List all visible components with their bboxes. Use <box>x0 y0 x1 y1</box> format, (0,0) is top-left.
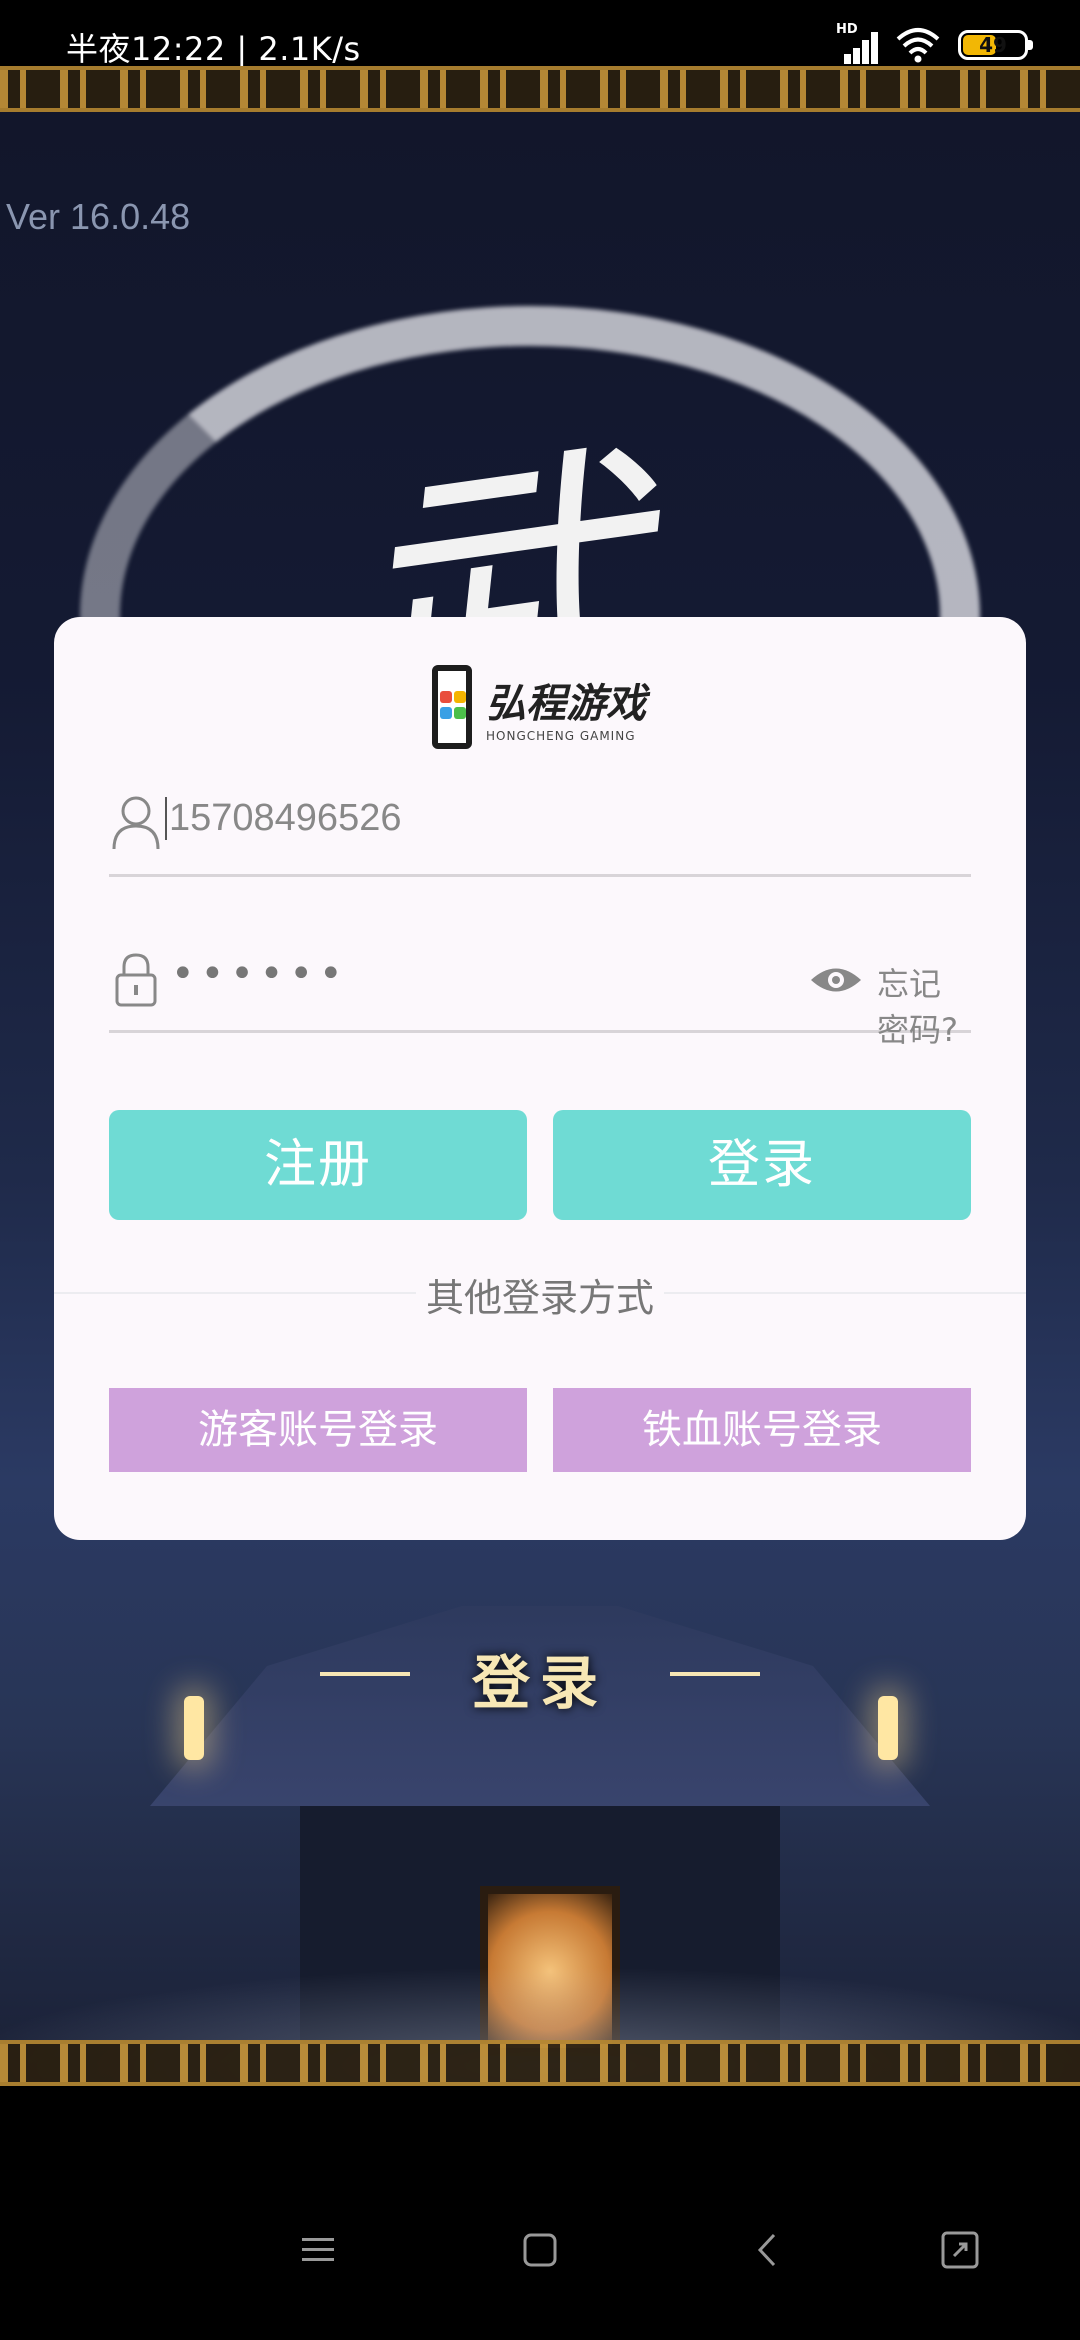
logo-chinese-text: 弘程游戏 <box>486 680 646 727</box>
show-password-eye-icon[interactable] <box>809 965 863 995</box>
password-field[interactable]: •••••• 忘记密码? <box>109 923 971 1049</box>
lantern-right <box>878 1696 898 1760</box>
username-value[interactable]: 15708496526 <box>165 797 401 840</box>
battery-icon: 49 <box>958 30 1033 60</box>
wifi-icon <box>896 28 940 63</box>
system-nav-bar <box>0 2160 1080 2340</box>
version-label: Ver 16.0.48 <box>6 196 191 237</box>
bottom-ornament-border <box>0 2040 1080 2086</box>
battery-level: 49 <box>979 33 1007 57</box>
login-dialog: 弘程游戏 HONGCHENG GAMING 15708496526 ••••••… <box>54 617 1026 1540</box>
user-icon <box>112 796 160 850</box>
back-icon[interactable] <box>748 2230 788 2270</box>
tiexue-login-button[interactable]: 铁血账号登录 <box>553 1388 971 1472</box>
signal-icon: HD <box>836 22 878 64</box>
top-ornament-border <box>0 66 1080 112</box>
other-login-methods-label: 其他登录方式 <box>54 1267 1026 1322</box>
menu-icon[interactable] <box>298 2230 338 2270</box>
status-time-speed: 半夜12:22 | 2.1K/s <box>66 30 361 68</box>
other-login-methods-text: 其他登录方式 <box>415 1276 664 1320</box>
screen-expand-icon[interactable] <box>940 2230 980 2270</box>
status-icons: HD 49 <box>836 22 1033 64</box>
login-button[interactable]: 登录 <box>553 1110 971 1220</box>
login-banner-text: 登录 <box>320 1636 760 1720</box>
home-icon[interactable] <box>520 2230 560 2270</box>
logo-phone-icon <box>432 665 472 749</box>
password-mask[interactable]: •••••• <box>171 951 349 997</box>
lock-icon <box>115 953 157 1007</box>
lantern-left <box>184 1696 204 1760</box>
forgot-password-link[interactable]: 忘记密码? <box>877 959 971 1051</box>
logo-english-text: HONGCHENG GAMING <box>486 729 636 743</box>
register-button[interactable]: 注册 <box>109 1110 527 1220</box>
signal-hd-badge: HD <box>836 22 858 37</box>
guest-login-button[interactable]: 游客账号登录 <box>109 1388 527 1472</box>
username-field[interactable]: 15708496526 <box>109 767 971 877</box>
hongcheng-logo: 弘程游戏 HONGCHENG GAMING <box>432 665 646 749</box>
